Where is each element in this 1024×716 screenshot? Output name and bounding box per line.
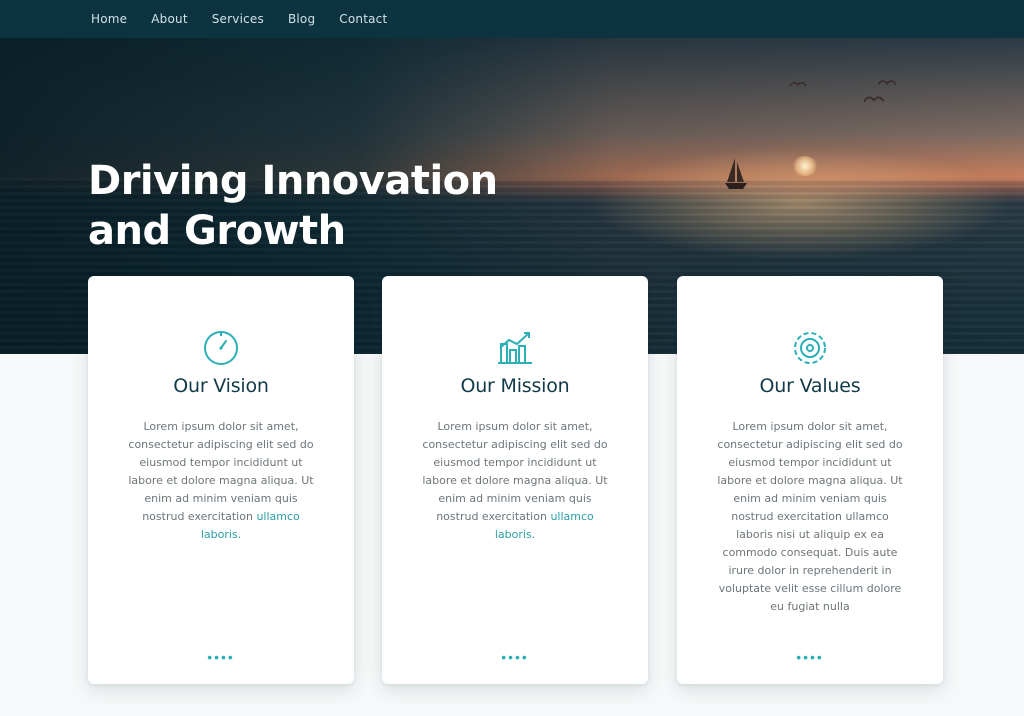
hero-title-line-1: Driving Innovation [88,158,498,204]
card-title: Our Vision [173,375,269,397]
card-title: Our Mission [460,375,570,397]
nav-link-contact[interactable]: Contact [339,12,387,26]
growth-chart-icon [498,332,532,364]
nav-link-blog[interactable]: Blog [288,12,315,26]
card-our-values: Our Values Lorem ipsum dolor sit amet, c… [677,276,943,684]
bird-icon [790,82,806,87]
bird-icon [864,96,884,103]
card-title: Our Values [759,375,861,397]
top-navigation: Home About Services Blog Contact [0,0,1024,38]
card-body-text: Lorem ipsum dolor sit amet, consectetur … [717,420,903,613]
nav-link-about[interactable]: About [151,12,187,26]
card-body: Lorem ipsum dolor sit amet, consectetur … [717,418,903,616]
card-body: Lorem ipsum dolor sit amet, consectetur … [128,418,314,544]
hero-title: Driving Innovation and Growth [88,156,498,256]
bird-icon [878,80,896,86]
more-dots-button[interactable]: •••• [88,649,354,665]
hero-title-line-2: and Growth [88,208,346,254]
clock-icon [204,331,238,365]
gear-icon [794,332,826,364]
card-our-mission: Our Mission Lorem ipsum dolor sit amet, … [382,276,648,684]
card-body: Lorem ipsum dolor sit amet, consectetur … [422,418,608,544]
sun-glow [792,156,818,176]
more-dots-button[interactable]: •••• [382,649,648,665]
nav-link-services[interactable]: Services [212,12,264,26]
card-body-text: Lorem ipsum dolor sit amet, consectetur … [128,420,314,523]
card-our-vision: Our Vision Lorem ipsum dolor sit amet, c… [88,276,354,684]
card-body-text: Lorem ipsum dolor sit amet, consectetur … [422,420,608,523]
more-dots-button[interactable]: •••• [677,649,943,665]
nav-link-home[interactable]: Home [91,12,127,26]
sailboat-icon [725,158,747,189]
